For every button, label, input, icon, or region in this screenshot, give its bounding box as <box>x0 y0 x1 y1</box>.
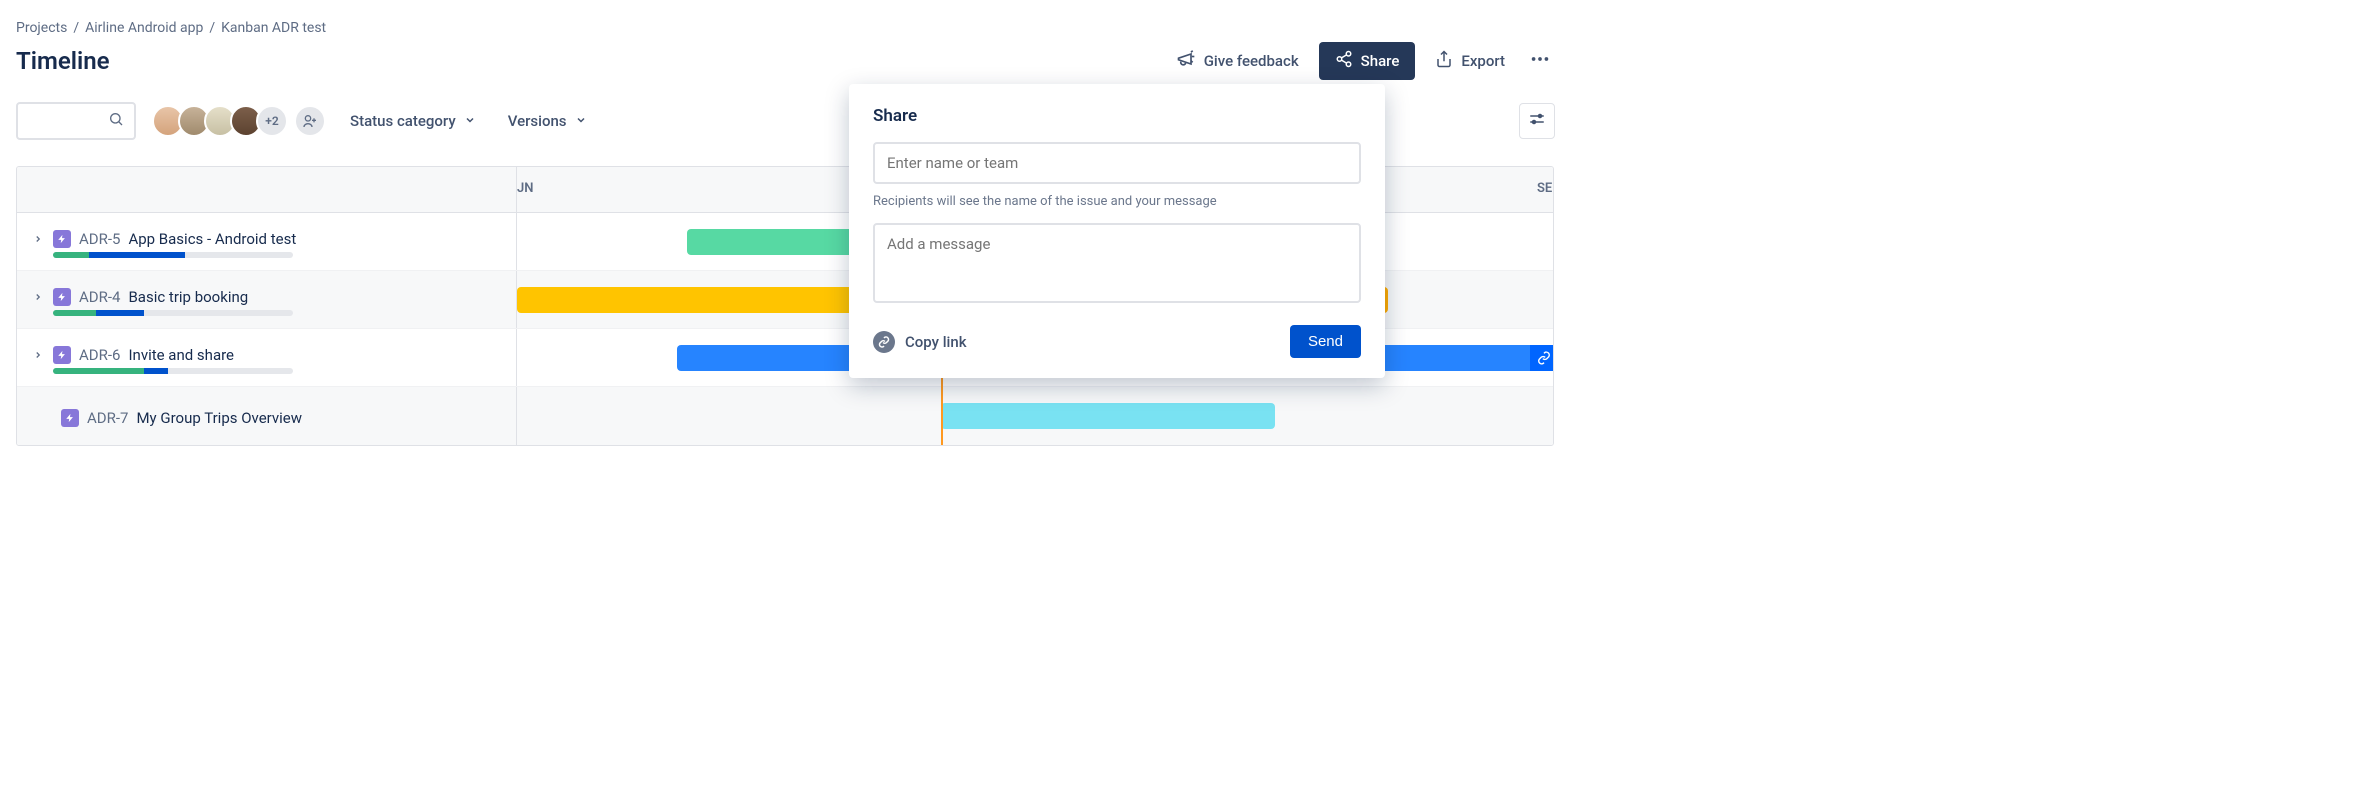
row-left: ADR-5 App Basics - Android test <box>17 213 517 270</box>
chevron-down-icon <box>464 112 476 130</box>
search-input[interactable] <box>16 102 136 140</box>
give-feedback-button[interactable]: Give feedback <box>1176 49 1299 73</box>
issue-title[interactable]: Basic trip booking <box>128 288 248 306</box>
link-handle-icon[interactable] <box>1530 345 1554 371</box>
share-icon <box>1335 50 1353 72</box>
view-settings-button[interactable] <box>1519 103 1555 139</box>
status-category-filter[interactable]: Status category <box>342 112 484 130</box>
month-header: JN <box>517 181 533 196</box>
breadcrumb-sep: / <box>209 20 215 36</box>
add-people-button[interactable] <box>294 105 326 137</box>
share-dialog: Share Recipients will see the name of th… <box>849 84 1385 378</box>
expand-chevron-icon[interactable] <box>33 229 45 248</box>
chevron-down-icon <box>575 112 587 130</box>
share-label: Share <box>1361 52 1400 70</box>
assignee-avatars: +2 <box>152 105 326 137</box>
issue-title[interactable]: My Group Trips Overview <box>136 409 302 427</box>
timeline-bar[interactable] <box>941 403 1275 429</box>
feedback-label: Give feedback <box>1204 52 1299 70</box>
month-header: SE <box>1537 181 1552 196</box>
breadcrumb-sep: / <box>73 20 79 36</box>
epic-icon <box>53 288 71 306</box>
expand-chevron-icon[interactable] <box>33 287 45 306</box>
versions-filter[interactable]: Versions <box>500 112 595 130</box>
share-helper-text: Recipients will see the name of the issu… <box>873 194 1361 209</box>
export-label: Export <box>1461 52 1505 70</box>
issue-key[interactable]: ADR-5 <box>79 230 120 248</box>
share-name-input[interactable] <box>873 142 1361 184</box>
issue-key[interactable]: ADR-7 <box>87 409 128 427</box>
issue-title[interactable]: App Basics - Android test <box>128 230 296 248</box>
export-icon <box>1435 50 1453 72</box>
row-left: ADR-4 Basic trip booking <box>17 271 517 328</box>
share-message-input[interactable] <box>873 223 1361 303</box>
row-left: ADR-7 My Group Trips Overview <box>17 387 517 445</box>
versions-label: Versions <box>508 112 567 130</box>
timeline-row: ADR-7 My Group Trips Overview <box>17 387 1553 445</box>
progress-bar <box>53 310 293 316</box>
copy-link-button[interactable]: Copy link <box>873 331 967 353</box>
breadcrumb-project[interactable]: Airline Android app <box>85 20 203 36</box>
more-menu-button[interactable] <box>1525 48 1555 74</box>
status-label: Status category <box>350 112 456 130</box>
issue-key[interactable]: ADR-4 <box>79 288 120 306</box>
link-icon <box>873 331 895 353</box>
breadcrumb-board[interactable]: Kanban ADR test <box>221 20 326 36</box>
progress-bar <box>53 368 293 374</box>
megaphone-icon <box>1176 49 1196 73</box>
avatar-overflow[interactable]: +2 <box>256 105 288 137</box>
row-left: ADR-6 Invite and share <box>17 329 517 386</box>
search-icon <box>108 111 124 131</box>
breadcrumb: Projects / Airline Android app / Kanban … <box>16 20 1555 36</box>
epic-icon <box>53 230 71 248</box>
copy-link-label: Copy link <box>905 333 967 351</box>
expand-chevron-icon[interactable] <box>33 345 45 364</box>
export-button[interactable]: Export <box>1435 50 1505 72</box>
share-button[interactable]: Share <box>1319 42 1416 80</box>
progress-bar <box>53 252 293 258</box>
issue-key[interactable]: ADR-6 <box>79 346 120 364</box>
breadcrumb-projects[interactable]: Projects <box>16 20 67 36</box>
row-right <box>517 387 1553 445</box>
more-icon <box>1529 48 1551 74</box>
send-button[interactable]: Send <box>1290 325 1361 358</box>
issue-title[interactable]: Invite and share <box>128 346 234 364</box>
epic-icon <box>61 409 79 427</box>
page-title: Timeline <box>16 47 110 75</box>
epic-icon <box>53 346 71 364</box>
share-dialog-title: Share <box>873 106 1361 126</box>
sliders-icon <box>1528 110 1546 132</box>
